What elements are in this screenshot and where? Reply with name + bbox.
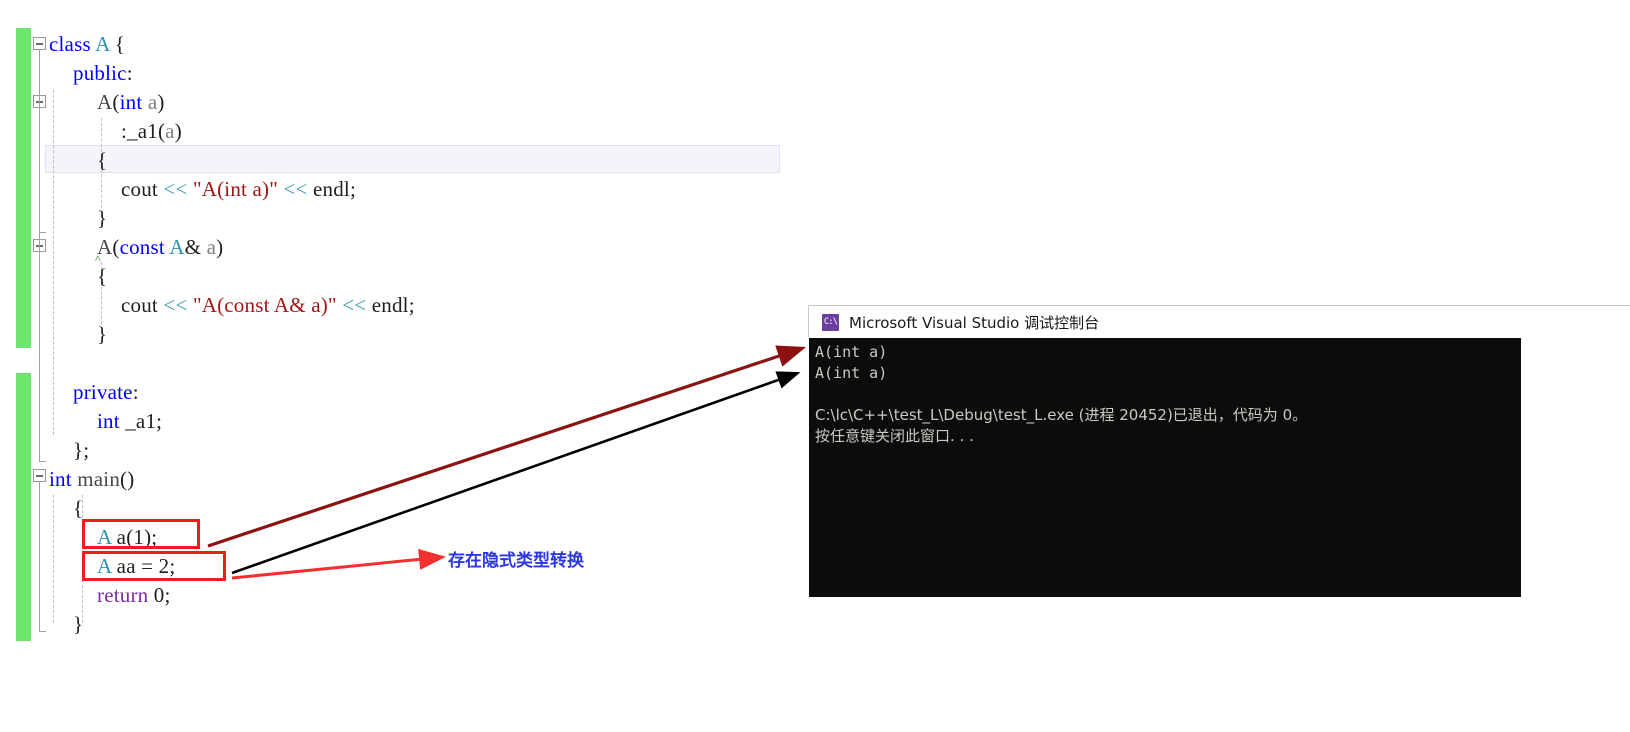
- code-token: aa = 2;: [111, 554, 176, 578]
- code-line[interactable]: A aa = 2;: [97, 552, 175, 581]
- debug-console-window[interactable]: C:\ Microsoft Visual Studio 调试控制台 A(int …: [808, 305, 1630, 597]
- code-token: a(1);: [111, 525, 158, 549]
- code-line[interactable]: A(const A& a): [97, 233, 223, 262]
- code-token: :_a1(: [121, 119, 166, 143]
- code-token: "A(const A& a)": [192, 293, 337, 317]
- code-token: a: [206, 235, 217, 259]
- code-token: A: [97, 554, 112, 578]
- console-output-line: A(int a): [815, 364, 888, 382]
- code-token: <<: [163, 177, 188, 201]
- code-line[interactable]: int main(): [49, 465, 134, 494]
- code-token: a: [147, 90, 158, 114]
- code-token: :: [132, 380, 139, 404]
- code-line[interactable]: cout << "A(int a)" << endl;: [121, 175, 356, 204]
- code-line[interactable]: A a(1);: [97, 523, 157, 552]
- code-token: int: [97, 409, 120, 433]
- callout-label: 存在隐式类型转换: [448, 551, 584, 571]
- code-token: &: [184, 235, 207, 259]
- code-line[interactable]: class A {: [49, 30, 125, 59]
- code-token: A: [97, 525, 112, 549]
- code-token: <<: [283, 177, 308, 201]
- code-token: "A(int a)": [192, 177, 278, 201]
- code-token: <<: [163, 293, 188, 317]
- code-token: A: [169, 235, 185, 259]
- code-token: main: [77, 467, 121, 491]
- code-token: }: [73, 612, 84, 636]
- code-token: }: [97, 206, 108, 230]
- code-token: ): [157, 90, 165, 114]
- code-token: int: [49, 467, 72, 491]
- code-token: {: [73, 496, 84, 520]
- code-token: class: [49, 32, 91, 56]
- code-line[interactable]: :_a1(a): [121, 117, 182, 146]
- code-line[interactable]: }: [97, 320, 107, 349]
- error-squiggle: ^: [95, 252, 101, 266]
- console-title-bar[interactable]: C:\ Microsoft Visual Studio 调试控制台: [808, 305, 1630, 338]
- code-token: {: [97, 148, 108, 172]
- code-token: A: [97, 90, 113, 114]
- console-output-line: 按任意键关闭此窗口. . .: [815, 427, 974, 445]
- code-token: (: [112, 235, 120, 259]
- console-output-line: C:\lc\C++\test_L\Debug\test_L.exe (进程 20…: [815, 406, 1308, 424]
- code-token: const: [119, 235, 165, 259]
- code-token: private: [73, 380, 133, 404]
- code-token: ): [174, 119, 182, 143]
- code-token: 0;: [148, 583, 171, 607]
- code-line[interactable]: A(int a): [97, 88, 165, 117]
- code-token: :: [126, 61, 133, 85]
- code-token: ): [216, 235, 224, 259]
- code-token: };: [73, 438, 90, 462]
- code-token: (): [120, 467, 135, 491]
- code-line[interactable]: {: [73, 494, 83, 523]
- code-line[interactable]: cout << "A(const A& a)" << endl;: [121, 291, 415, 320]
- code-token: cout: [121, 293, 164, 317]
- console-output-area[interactable]: A(int a) A(int a) C:\lc\C++\test_L\Debug\t…: [809, 338, 1521, 597]
- code-token: endl;: [307, 177, 356, 201]
- code-line[interactable]: {: [97, 146, 107, 175]
- code-token: a: [165, 119, 175, 143]
- code-line[interactable]: private:: [73, 378, 139, 407]
- code-token: {: [97, 264, 108, 288]
- code-text-layer[interactable]: class A {public: A(int a):_a1(a){cout << …: [0, 0, 810, 732]
- code-token: A: [95, 32, 110, 56]
- code-token: public: [73, 61, 127, 85]
- code-line[interactable]: public:: [73, 59, 133, 88]
- code-token: }: [97, 322, 108, 346]
- code-token: return: [97, 583, 149, 607]
- console-app-icon: C:\: [822, 313, 839, 331]
- code-line[interactable]: int _a1;: [97, 407, 162, 436]
- code-line[interactable]: return 0;: [97, 581, 171, 610]
- console-title-text: Microsoft Visual Studio 调试控制台: [849, 313, 1100, 332]
- code-line[interactable]: }: [73, 610, 83, 639]
- code-token: cout: [121, 177, 164, 201]
- code-line[interactable]: };: [73, 436, 89, 465]
- code-token: <<: [342, 293, 367, 317]
- console-output-line: A(int a): [815, 343, 888, 361]
- code-line[interactable]: {: [97, 262, 107, 291]
- code-token: {: [109, 32, 126, 56]
- code-editor-pane[interactable]: class A {public: A(int a):_a1(a){cout << …: [0, 0, 810, 732]
- code-token: (: [112, 90, 120, 114]
- code-line[interactable]: }: [97, 204, 107, 233]
- code-token: _a1;: [119, 409, 163, 433]
- code-token: int: [119, 90, 143, 114]
- code-token: endl;: [366, 293, 415, 317]
